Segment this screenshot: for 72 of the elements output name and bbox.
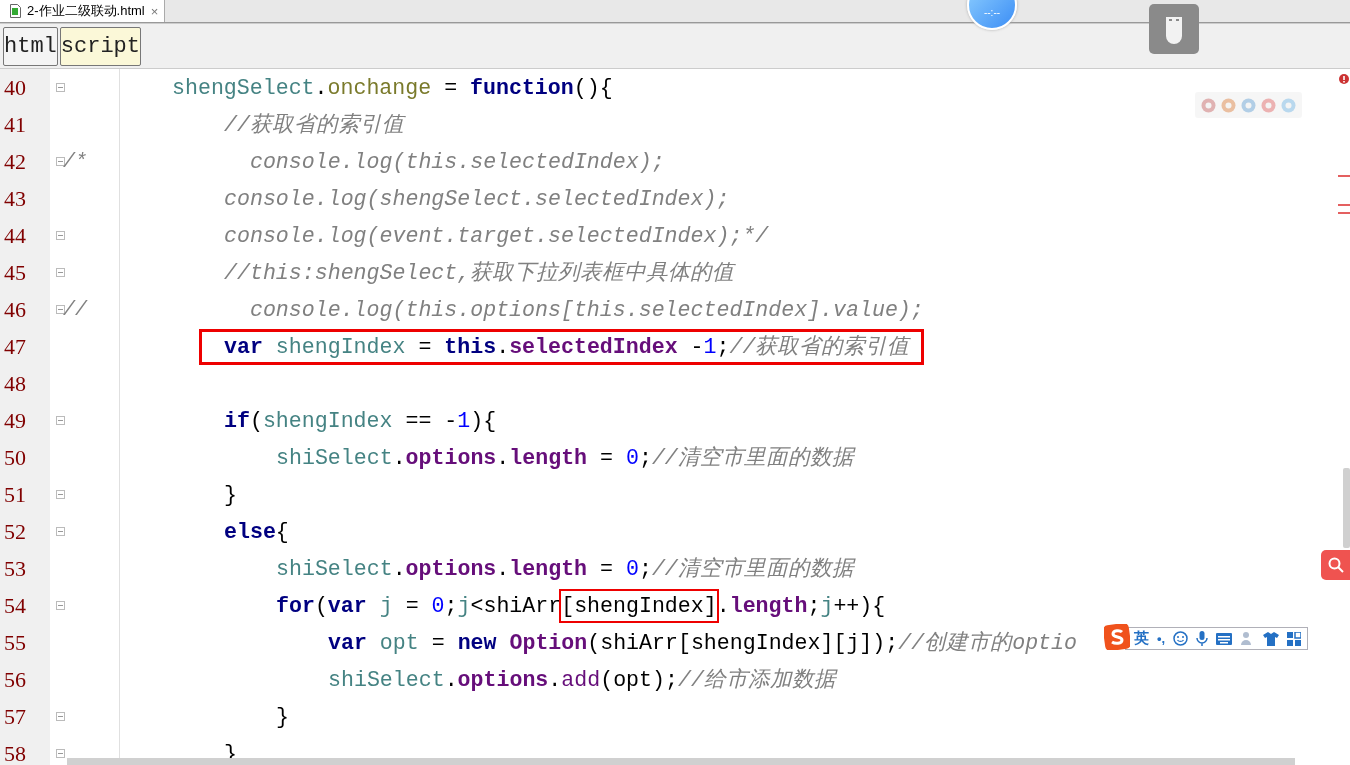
line-number: 41 xyxy=(0,106,50,143)
fold-icon[interactable] xyxy=(56,712,65,721)
code-line: //获取省的索引值 xyxy=(224,111,404,139)
language-toggle[interactable]: 英 xyxy=(1134,629,1149,648)
code-line: console.log(event.target.selectedIndex);*/ xyxy=(224,222,769,250)
smiley-icon[interactable] xyxy=(1173,631,1189,646)
file-tab[interactable]: 2-作业二级联动.html × xyxy=(0,0,166,22)
input-method-logo-icon[interactable] xyxy=(1104,624,1130,650)
microphone-icon[interactable] xyxy=(1196,631,1209,646)
line-number: 50 xyxy=(0,439,50,476)
line-number: 54 xyxy=(0,587,50,624)
line-number: 43 xyxy=(0,180,50,217)
line-number: 40 xyxy=(0,69,50,106)
vertical-scrollbar[interactable] xyxy=(1343,468,1350,548)
fold-icon[interactable] xyxy=(56,416,65,425)
code-line: console.log(this.options[this.selectedIndex].value); xyxy=(248,296,924,324)
line-number: 46 xyxy=(0,291,50,328)
shirt-icon[interactable] xyxy=(1263,631,1280,646)
line-number: 49 xyxy=(0,402,50,439)
fold-icon[interactable] xyxy=(56,527,65,536)
fold-icon[interactable] xyxy=(56,268,65,277)
error-icon[interactable] xyxy=(1339,74,1349,84)
fold-icon[interactable] xyxy=(56,749,65,758)
code-line: var opt = new Option(shiArr[shengIndex][j]);//创建市的optio xyxy=(328,629,1077,657)
html-file-icon xyxy=(10,4,21,18)
comment-marker: // xyxy=(63,298,87,321)
line-number: 56 xyxy=(0,661,50,698)
code-line: } xyxy=(224,481,237,509)
search-icon xyxy=(1328,557,1344,573)
line-number: 51 xyxy=(0,476,50,513)
fold-icon[interactable] xyxy=(56,157,65,166)
browser-icon[interactable] xyxy=(1261,97,1276,113)
line-number: 47 xyxy=(0,328,50,365)
fold-icon[interactable] xyxy=(56,490,65,499)
browser-icon[interactable] xyxy=(1201,97,1216,113)
breadcrumb-button[interactable]: html xyxy=(3,26,58,66)
line-number: 45 xyxy=(0,254,50,291)
grid-icon[interactable] xyxy=(1287,631,1302,646)
code-line: //this:shengSelect,获取下拉列表框中具体的值 xyxy=(224,259,735,287)
code-line: } xyxy=(276,703,289,731)
fold-icon[interactable] xyxy=(56,305,65,314)
line-number: 48 xyxy=(0,365,50,402)
highlighted-code: [shengIndex] xyxy=(559,588,719,623)
line-number: 42 xyxy=(0,143,50,180)
code-line: for(var j = 0;j<shiArr[shengIndex].length;j++){ xyxy=(276,588,886,623)
browser-icon[interactable] xyxy=(1221,97,1236,113)
usb-drive-icon[interactable] xyxy=(1149,4,1199,54)
punctuation-toggle[interactable]: •, xyxy=(1157,631,1166,646)
fold-icon[interactable] xyxy=(56,231,65,240)
line-number: 55 xyxy=(0,624,50,661)
close-icon[interactable]: × xyxy=(150,3,159,19)
line-number: 57 xyxy=(0,698,50,735)
breadcrumb-button[interactable]: script xyxy=(59,26,142,66)
browser-icon[interactable] xyxy=(1241,97,1256,113)
code-line: shiSelect.options.add(opt);//给市添加数据 xyxy=(328,666,836,694)
code-line: else{ xyxy=(224,518,289,546)
fold-icon[interactable] xyxy=(56,83,65,92)
fold-icon[interactable] xyxy=(56,601,65,610)
code-line: console.log(shengSelect.selectedIndex); xyxy=(224,185,730,213)
line-number: 53 xyxy=(0,550,50,587)
line-number: 58 xyxy=(0,735,50,765)
code-line: shengSelect.onchange = function(){ xyxy=(172,74,613,102)
line-number: 44 xyxy=(0,217,50,254)
keyboard-icon[interactable] xyxy=(1216,632,1233,645)
code-line: shiSelect.options.length = 0;//清空市里面的数据 xyxy=(276,444,854,472)
line-number: 52 xyxy=(0,513,50,550)
code-line: if(shengIndex == -1){ xyxy=(224,407,497,435)
code-line: shiSelect.options.length = 0;//清空市里面的数据 xyxy=(276,555,854,583)
search-button[interactable] xyxy=(1321,550,1350,580)
comment-marker: /* xyxy=(63,150,87,173)
code-line: console.log(this.selectedIndex); xyxy=(248,148,665,176)
horizontal-scrollbar[interactable] xyxy=(67,758,1295,765)
